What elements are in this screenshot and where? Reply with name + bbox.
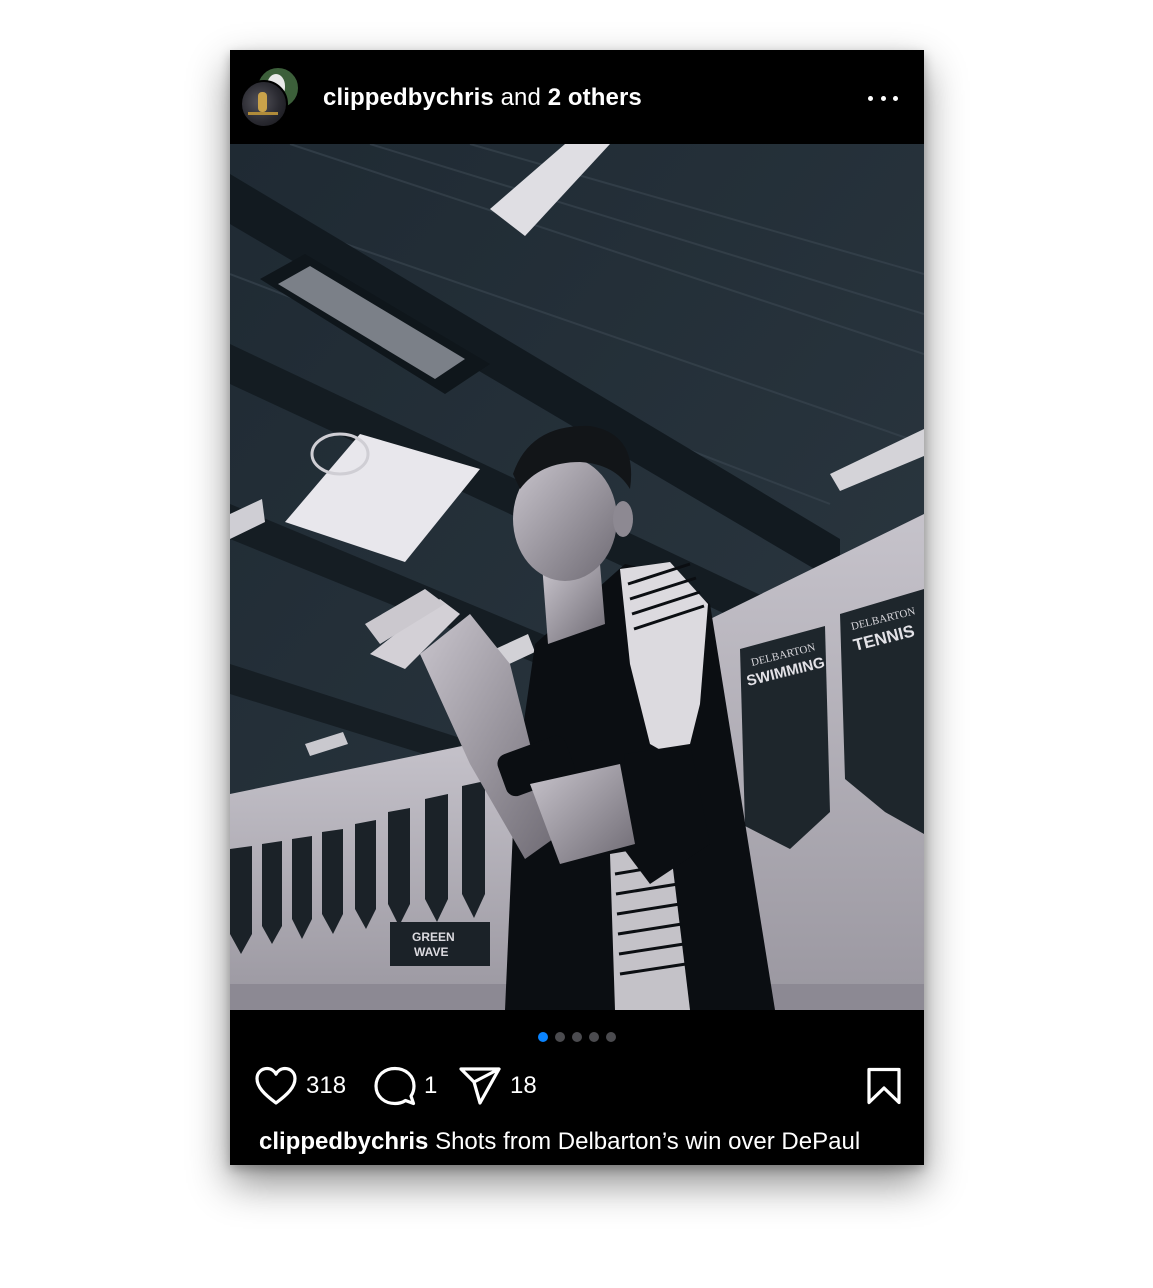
carousel-dot: [606, 1032, 616, 1042]
collab-others-link[interactable]: 2 others: [548, 84, 642, 111]
more-options-icon[interactable]: [868, 88, 898, 108]
post-caption: clippedbychris Shots from Delbarton’s wi…: [259, 1128, 860, 1156]
carousel-dot: [572, 1032, 582, 1042]
caption-text: Shots from Delbarton’s win over DePaul: [435, 1128, 861, 1155]
like-action[interactable]: 318: [254, 1065, 346, 1107]
post-photo[interactable]: GREEN WAVE DELBARTON SWIMMING DELBARTON …: [230, 144, 924, 1010]
carousel-dot-active: [538, 1032, 548, 1042]
caption-username[interactable]: clippedbychris: [259, 1128, 428, 1155]
post-photo-image: GREEN WAVE DELBARTON SWIMMING DELBARTON …: [230, 144, 924, 1010]
comment-icon[interactable]: [374, 1066, 416, 1106]
carousel-dot: [555, 1032, 565, 1042]
sign-line-2: WAVE: [414, 945, 448, 959]
carousel-dot: [589, 1032, 599, 1042]
share-action[interactable]: 18: [458, 1065, 537, 1107]
save-action[interactable]: [866, 1067, 902, 1110]
author-avatar[interactable]: [240, 80, 288, 128]
comment-count: 1: [424, 1072, 438, 1099]
author-username[interactable]: clippedbychris: [323, 84, 494, 111]
post-card: clippedbychris and 2 others GREEN WAVE D…: [230, 50, 924, 1165]
action-bar: 318 1 18: [254, 1065, 902, 1107]
share-icon[interactable]: [458, 1066, 502, 1106]
share-count: 18: [510, 1072, 537, 1099]
sign-line-1: GREEN: [412, 930, 455, 944]
bookmark-icon[interactable]: [866, 1067, 902, 1105]
carousel-indicator: [230, 1032, 924, 1042]
like-count: 318: [306, 1072, 347, 1099]
heart-icon[interactable]: [254, 1066, 298, 1106]
comment-action[interactable]: 1: [374, 1065, 437, 1107]
post-authors: clippedbychris and 2 others: [323, 84, 642, 112]
post-header: clippedbychris and 2 others: [230, 50, 924, 144]
collab-avatars[interactable]: [240, 66, 304, 128]
collab-joiner: and: [500, 84, 541, 111]
